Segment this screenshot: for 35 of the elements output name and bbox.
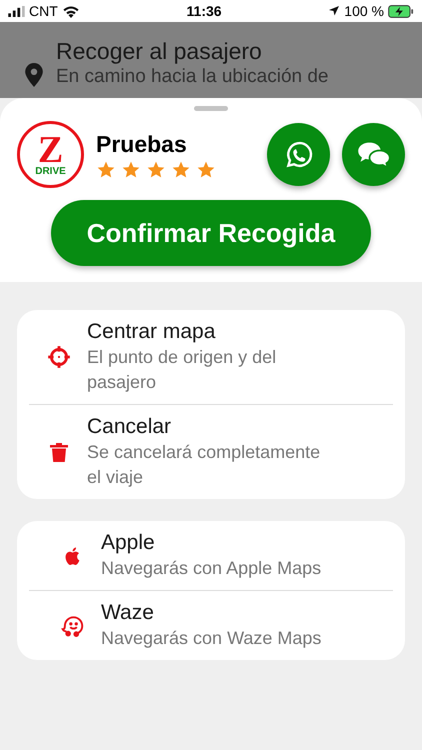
chat-button[interactable] [342,123,405,186]
battery-charging-icon [388,4,414,18]
trip-status-title: Recoger al pasajero [56,37,263,65]
trip-status-subtitle: En camino hacia la ubicación de [56,65,329,89]
star-icon [171,160,191,180]
map-pin-icon [24,63,44,87]
option-description: Se cancelará completamente el viaje [87,441,322,489]
option-description: El punto de origen y del pasajero [87,346,278,394]
whatsapp-button[interactable] [267,123,330,186]
option-title: Waze [101,600,155,626]
option-row[interactable]: Centrar mapa El punto de origen y del pasajero [29,310,393,404]
option-title: Apple [101,530,156,556]
crosshair-icon [46,344,72,370]
option-row[interactable]: Apple Navegarás con Apple Maps [29,521,393,590]
star-icon [96,160,116,180]
clock-label: 11:36 [186,2,222,20]
signal-icon [8,6,25,16]
option-row[interactable]: Cancelar Se cancelará completamente el viaje [29,404,393,499]
drag-handle[interactable] [194,106,228,111]
option-description: Navegarás con Waze Maps [101,627,322,650]
star-icon [121,160,141,180]
wifi-icon [62,4,80,18]
logo-word: DRIVE [35,166,66,176]
location-arrow-icon [328,5,340,17]
star-icon [196,160,216,180]
logo-letter: Z [38,132,64,166]
option-title: Cancelar [87,414,172,440]
carrier-label: CNT [29,2,58,20]
option-description: Navegarás con Apple Maps [101,557,322,580]
driver-name: Pruebas [96,130,188,158]
option-title: Centrar mapa [87,319,216,345]
confirm-pickup-button[interactable]: Confirmar Recogida [51,200,371,266]
battery-percentage: 100 % [344,2,384,20]
star-icon [146,160,166,180]
option-row[interactable]: Waze Navegarás con Waze Maps [29,590,393,660]
